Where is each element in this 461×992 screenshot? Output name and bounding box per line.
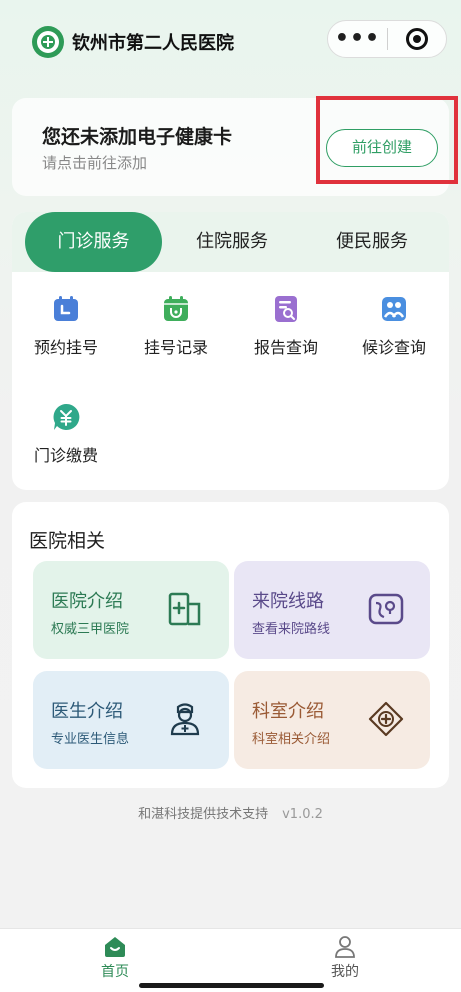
hospital-intro-card[interactable]: 医院介绍 权威三甲医院 <box>33 561 229 659</box>
calendar-stethoscope-icon <box>161 294 191 324</box>
department-intro-card[interactable]: 科室介绍 科室相关介绍 <box>234 671 430 769</box>
service-payment[interactable]: 门诊缴费 <box>12 402 121 466</box>
service-tab-bar: 门诊服务 住院服务 便民服务 <box>12 212 449 272</box>
service-waiting[interactable]: 候诊查询 <box>339 294 449 358</box>
waiting-queue-icon <box>379 294 409 324</box>
card-subtitle: 科室相关介绍 <box>252 732 331 747</box>
services-panel: 门诊服务 住院服务 便民服务 预约挂号 挂号记录 报告查询 候诊查询 门诊缴费 <box>12 212 449 490</box>
card-title: 科室介绍 <box>252 701 324 722</box>
support-text: 和湛科技提供技术支持 <box>138 807 269 822</box>
section-title: 医院相关 <box>29 530 106 552</box>
hospital-related-panel: 医院相关 医院介绍 权威三甲医院 来院线路 查看来院路线 医生介绍 专业医生信息 <box>12 502 449 788</box>
doctor-intro-card[interactable]: 医生介绍 专业医生信息 <box>33 671 229 769</box>
calendar-icon <box>51 294 81 324</box>
user-profile-icon <box>305 935 385 958</box>
nav-label: 首页 <box>101 964 129 980</box>
target-circle-icon <box>405 28 428 50</box>
close-button[interactable] <box>388 28 446 50</box>
service-report[interactable]: 报告查询 <box>231 294 341 358</box>
home-indicator <box>139 983 324 988</box>
card-subtitle: 查看来院路线 <box>252 622 331 637</box>
more-dots-icon[interactable]: ••• <box>328 20 387 58</box>
route-card[interactable]: 来院线路 查看来院路线 <box>234 561 430 659</box>
health-card-title: 您还未添加电子健康卡 <box>42 126 233 148</box>
nav-label: 我的 <box>331 964 359 980</box>
mini-program-capsule: ••• <box>327 20 447 58</box>
service-label: 预约挂号 <box>33 338 98 357</box>
service-appointment[interactable]: 预约挂号 <box>12 294 121 358</box>
card-title: 医生介绍 <box>51 701 123 722</box>
department-cross-icon <box>368 701 404 737</box>
map-route-icon <box>368 591 404 627</box>
service-records[interactable]: 挂号记录 <box>121 294 231 358</box>
service-label: 报告查询 <box>253 338 318 357</box>
service-label: 门诊缴费 <box>33 446 98 465</box>
hospital-logo-icon <box>32 26 64 58</box>
nav-home[interactable]: 首页 <box>75 935 155 981</box>
card-title: 医院介绍 <box>51 591 123 612</box>
app-title: 钦州市第二人民医院 <box>72 33 234 54</box>
card-subtitle: 专业医生信息 <box>51 732 130 747</box>
tab-outpatient[interactable]: 门诊服务 <box>25 212 162 272</box>
tab-inpatient[interactable]: 住院服务 <box>162 212 302 272</box>
tab-convenience[interactable]: 便民服务 <box>302 212 442 272</box>
health-card-subtitle: 请点击前往添加 <box>42 154 148 172</box>
service-label: 候诊查询 <box>361 338 426 357</box>
service-label: 挂号记录 <box>143 338 208 357</box>
nav-profile[interactable]: 我的 <box>305 935 385 981</box>
card-title: 来院线路 <box>252 591 324 612</box>
version-text: v1.0.2 <box>282 807 323 822</box>
doctor-icon <box>167 701 203 737</box>
app-header: 钦州市第二人民医院 ••• <box>0 0 461 86</box>
report-search-icon <box>271 294 301 324</box>
home-icon <box>75 935 155 957</box>
create-health-card-button[interactable]: 前往创建 <box>326 129 438 167</box>
card-subtitle: 权威三甲医院 <box>51 622 130 637</box>
yuan-payment-icon <box>51 402 81 432</box>
tech-support-note: 和湛科技提供技术支持 v1.0.2 <box>0 803 461 822</box>
hospital-building-icon <box>167 591 203 627</box>
